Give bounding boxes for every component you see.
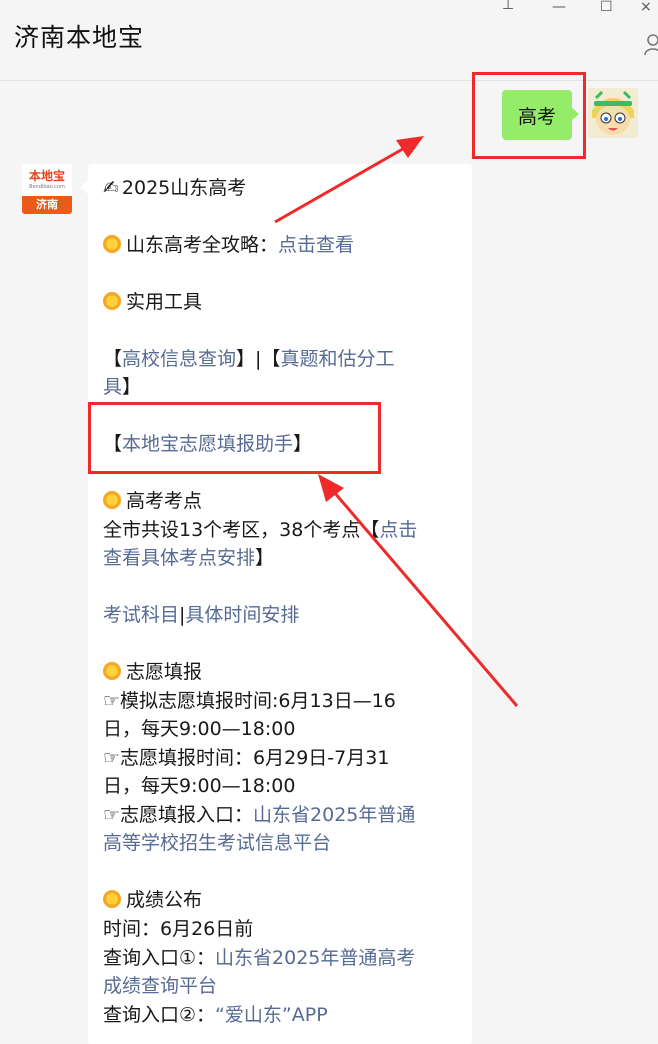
subjects-line: 考试科目|具体时间安排 — [103, 601, 299, 629]
mock-line-1: ☞模拟志愿填报时间:6月13日—16 — [103, 690, 396, 712]
arrow-head-to-sent — [396, 136, 424, 158]
guide-label: 山东高考全攻略： — [126, 234, 279, 256]
exam-site-line-1: 全市共设13个考区，38个考点【点击 — [103, 516, 417, 544]
volunteer-heading: 志愿填报 — [126, 661, 203, 683]
tools-heading: 实用工具 — [126, 291, 203, 313]
reply-heading-line: ✍ 2025山东高考 — [103, 174, 246, 202]
query2-line: 查询入口②：“爱山东”APP — [103, 1001, 328, 1029]
bracket: 【 — [103, 348, 123, 370]
my-avatar[interactable] — [588, 88, 638, 138]
sun-icon — [103, 662, 121, 680]
subjects-link[interactable]: 考试科目 — [103, 604, 179, 626]
exam-paper-link[interactable]: 真题和估分工 — [280, 348, 394, 370]
query1-label: 查询入口①： — [103, 947, 216, 969]
mock-line-2: 日，每天9:00—18:00 — [103, 718, 296, 740]
bracket: 】 — [255, 547, 275, 569]
exam-site-text: 全市共设13个考区，38个考点【 — [103, 519, 380, 541]
writing-hand-icon: ✍ — [103, 177, 119, 199]
reply-heading: 2025山东高考 — [121, 177, 247, 199]
tools-line-1: 【高校信息查询】|【真题和估分工 — [103, 345, 394, 373]
volunteer-heading-line: 志愿填报 — [103, 658, 202, 686]
query1-link[interactable]: 山东省2025年普通高考 — [215, 947, 415, 969]
college-info-link[interactable]: 高校信息查询 — [122, 348, 236, 370]
schedule-link[interactable]: 具体时间安排 — [185, 604, 299, 626]
cartoon-avatar-icon — [588, 88, 638, 138]
query1-link-cont[interactable]: 成绩查询平台 — [103, 975, 217, 997]
entry-label: ☞志愿填报入口： — [103, 804, 254, 826]
sun-icon — [103, 292, 121, 310]
entry-link-cont[interactable]: 高等学校招生考试信息平台 — [103, 832, 331, 854]
real-line-1: ☞志愿填报时间：6月29日-7月31 — [103, 747, 390, 769]
query2-label: 查询入口②： — [103, 1004, 216, 1026]
score-time: 时间：6月26日前 — [103, 918, 254, 940]
sun-icon — [103, 235, 121, 253]
guide-line: 山东高考全攻略：点击查看 — [103, 231, 354, 259]
query1-line-2: 成绩查询平台 — [103, 972, 217, 1000]
maximize-icon[interactable]: ☐ — [600, 0, 613, 14]
tools-line-2: 具】 — [103, 373, 141, 401]
separator: 】|【 — [236, 348, 281, 370]
minimize-icon[interactable]: — — [552, 0, 566, 14]
logo-city: 济南 — [22, 196, 72, 214]
profile-icon[interactable] — [644, 34, 658, 56]
exam-site-heading: 高考考点 — [126, 490, 203, 512]
query2-link[interactable]: “爱山东”APP — [215, 1004, 328, 1026]
exam-site-link[interactable]: 点击 — [379, 519, 417, 541]
entry-link[interactable]: 山东省2025年普通 — [253, 804, 415, 826]
exam-site-heading-line: 高考考点 — [103, 487, 202, 515]
exam-site-line-2: 查看具体考点安排】 — [103, 544, 274, 572]
highlight-box-helper — [88, 402, 381, 474]
real-line-2: 日，每天9:00—18:00 — [103, 775, 296, 797]
pin-icon[interactable]: ⊥ — [502, 0, 514, 12]
sun-icon — [103, 491, 121, 509]
guide-link[interactable]: 点击查看 — [278, 234, 354, 256]
score-heading-line: 成绩公布 — [103, 886, 202, 914]
close-icon[interactable]: × — [640, 0, 652, 14]
entry-line-1: ☞志愿填报入口：山东省2025年普通 — [103, 801, 415, 829]
bendibao-logo: 本地宝 Bendibao.com — [22, 164, 72, 196]
chat-title: 济南本地宝 — [14, 23, 145, 52]
exam-site-link-cont[interactable]: 查看具体考点安排 — [103, 547, 255, 569]
sun-icon — [103, 890, 121, 908]
title-bar: 济南本地宝 ⊥ — ☐ × — [0, 0, 658, 81]
score-heading: 成绩公布 — [126, 889, 203, 911]
reply-message-bubble: ✍ 2025山东高考 山东高考全攻略：点击查看 实用工具 【高校信息查询】|【真题… — [80, 164, 472, 1044]
exam-paper-link-cont[interactable]: 具 — [103, 376, 122, 398]
logo-name: 本地宝 — [28, 169, 65, 183]
tools-heading-line: 实用工具 — [103, 288, 202, 316]
account-avatar[interactable]: 本地宝 Bendibao.com 济南 — [22, 164, 72, 214]
logo-url: Bendibao.com — [29, 184, 65, 190]
entry-line-2: 高等学校招生考试信息平台 — [103, 829, 331, 857]
highlight-box-sent — [472, 72, 586, 159]
bracket: 】 — [122, 376, 142, 398]
query1-line-1: 查询入口①：山东省2025年普通高考 — [103, 944, 415, 972]
